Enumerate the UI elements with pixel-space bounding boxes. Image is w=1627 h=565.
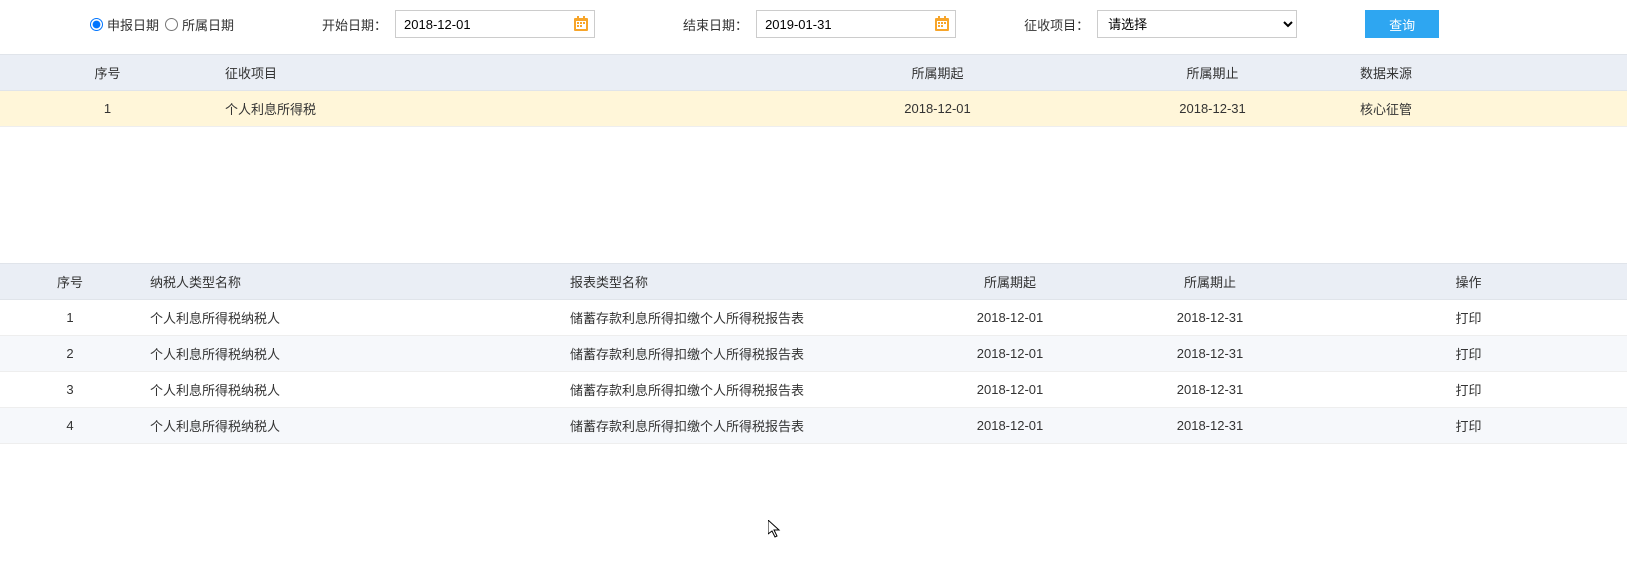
table-row: 3个人利息所得税纳税人储蓄存款利息所得扣缴个人所得税报告表2018-12-012… <box>0 372 1627 408</box>
end-date-wrap <box>756 10 956 38</box>
print-link[interactable]: 打印 <box>1455 419 1481 434</box>
radio-declare-text: 申报日期 <box>107 15 159 34</box>
cell-seq: 3 <box>0 372 140 408</box>
cursor-icon <box>768 520 784 543</box>
cell-end: 2018-12-31 <box>1110 408 1310 444</box>
cell-seq: 2 <box>0 336 140 372</box>
cell-type: 个人利息所得税纳税人 <box>140 408 560 444</box>
col-end: 所属期止 <box>1110 264 1310 300</box>
col-end: 所属期止 <box>1075 55 1350 91</box>
cell-op: 打印 <box>1310 408 1627 444</box>
col-item: 征收项目 <box>215 55 800 91</box>
cell-item: 个人利息所得税 <box>215 91 800 127</box>
cell-seq: 1 <box>0 300 140 336</box>
start-date-label: 开始日期： <box>322 15 387 34</box>
table-row: 4个人利息所得税纳税人储蓄存款利息所得扣缴个人所得税报告表2018-12-012… <box>0 408 1627 444</box>
table-header-row: 序号 征收项目 所属期起 所属期止 数据来源 <box>0 55 1627 91</box>
print-link[interactable]: 打印 <box>1455 311 1481 326</box>
cell-start: 2018-12-01 <box>910 372 1110 408</box>
report-table: 序号 纳税人类型名称 报表类型名称 所属期起 所属期止 操作 1个人利息所得税纳… <box>0 263 1627 444</box>
cell-seq: 4 <box>0 408 140 444</box>
cell-end: 2018-12-31 <box>1110 372 1310 408</box>
date-type-radio-group: 申报日期 所属日期 <box>90 15 234 34</box>
radio-declare-label[interactable]: 申报日期 <box>90 15 159 34</box>
cell-end: 2018-12-31 <box>1075 91 1350 127</box>
radio-declare[interactable] <box>90 18 103 31</box>
cell-start: 2018-12-01 <box>910 336 1110 372</box>
cell-start: 2018-12-01 <box>910 300 1110 336</box>
col-seq: 序号 <box>0 55 215 91</box>
end-date-input[interactable] <box>756 10 956 38</box>
project-select[interactable]: 请选择 <box>1097 10 1297 38</box>
collection-table: 序号 征收项目 所属期起 所属期止 数据来源 1 个人利息所得税 2018-12… <box>0 54 1627 127</box>
table-header-row: 序号 纳税人类型名称 报表类型名称 所属期起 所属期止 操作 <box>0 264 1627 300</box>
cell-type: 个人利息所得税纳税人 <box>140 372 560 408</box>
table-row[interactable]: 1 个人利息所得税 2018-12-01 2018-12-31 核心征管 <box>0 91 1627 127</box>
cell-op: 打印 <box>1310 336 1627 372</box>
cell-report: 储蓄存款利息所得扣缴个人所得税报告表 <box>560 300 910 336</box>
start-date-wrap <box>395 10 595 38</box>
query-button[interactable]: 查询 <box>1365 10 1439 38</box>
cell-report: 储蓄存款利息所得扣缴个人所得税报告表 <box>560 408 910 444</box>
cell-op: 打印 <box>1310 300 1627 336</box>
filter-bar: 申报日期 所属日期 开始日期： 结束日期： 征收项目： 请选择 查询 <box>0 0 1627 48</box>
col-report: 报表类型名称 <box>560 264 910 300</box>
cell-type: 个人利息所得税纳税人 <box>140 336 560 372</box>
project-label: 征收项目： <box>1024 15 1089 34</box>
cell-report: 储蓄存款利息所得扣缴个人所得税报告表 <box>560 372 910 408</box>
radio-belong-label[interactable]: 所属日期 <box>165 15 234 34</box>
cell-start: 2018-12-01 <box>800 91 1075 127</box>
cell-start: 2018-12-01 <box>910 408 1110 444</box>
start-date-input[interactable] <box>395 10 595 38</box>
cell-seq: 1 <box>0 91 215 127</box>
col-source: 数据来源 <box>1350 55 1627 91</box>
radio-belong-text: 所属日期 <box>182 15 234 34</box>
cell-report: 储蓄存款利息所得扣缴个人所得税报告表 <box>560 336 910 372</box>
cell-end: 2018-12-31 <box>1110 300 1310 336</box>
table-row: 1个人利息所得税纳税人储蓄存款利息所得扣缴个人所得税报告表2018-12-012… <box>0 300 1627 336</box>
cell-end: 2018-12-31 <box>1110 336 1310 372</box>
cell-type: 个人利息所得税纳税人 <box>140 300 560 336</box>
radio-belong[interactable] <box>165 18 178 31</box>
cell-op: 打印 <box>1310 372 1627 408</box>
col-seq: 序号 <box>0 264 140 300</box>
cell-source: 核心征管 <box>1350 91 1627 127</box>
end-date-label: 结束日期： <box>683 15 748 34</box>
print-link[interactable]: 打印 <box>1455 383 1481 398</box>
col-start: 所属期起 <box>800 55 1075 91</box>
col-op: 操作 <box>1310 264 1627 300</box>
table-gap <box>0 127 1627 257</box>
print-link[interactable]: 打印 <box>1455 347 1481 362</box>
table-row: 2个人利息所得税纳税人储蓄存款利息所得扣缴个人所得税报告表2018-12-012… <box>0 336 1627 372</box>
col-start: 所属期起 <box>910 264 1110 300</box>
col-type: 纳税人类型名称 <box>140 264 560 300</box>
